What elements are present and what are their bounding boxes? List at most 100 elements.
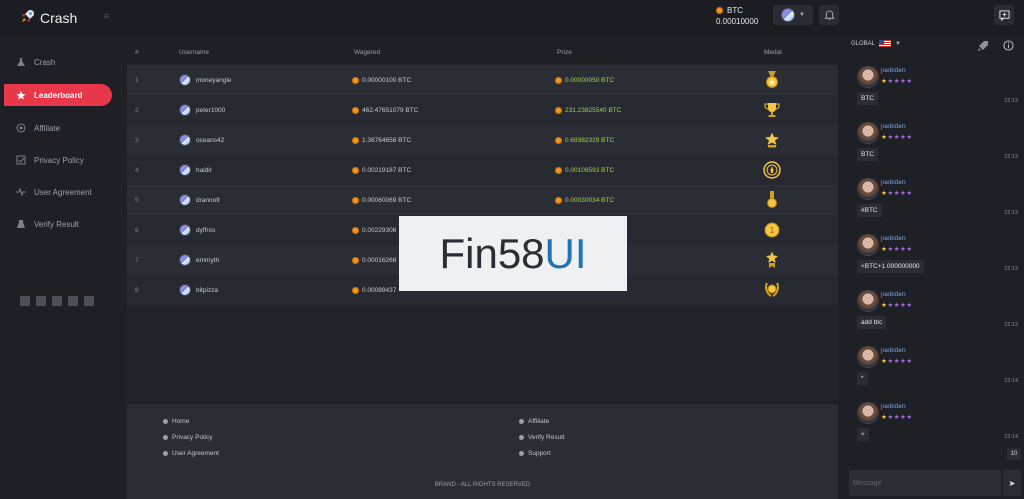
menu-toggle-icon[interactable]: ≡ — [104, 12, 112, 21]
chevron-down-icon: ▼ — [895, 40, 901, 47]
avatar — [179, 134, 191, 146]
row-wagered: 0.00016268 — [362, 256, 397, 264]
chat-message-input[interactable] — [849, 470, 1001, 496]
row-prize: 0.00000050 BTC — [565, 76, 615, 84]
chat-message-time: 12:12 — [1004, 322, 1018, 328]
chat-username[interactable]: joebiden — [881, 291, 906, 298]
row-username: oceans42 — [196, 136, 225, 144]
row-wagered: 0.00000100 BTC — [362, 76, 412, 84]
row-rank: 2 — [135, 106, 139, 114]
footer-link-verify-result[interactable]: Verify Result — [519, 434, 565, 441]
avatar[interactable] — [857, 66, 879, 88]
chat-username[interactable]: joebiden — [881, 235, 906, 242]
chat-username[interactable]: joebiden — [881, 403, 906, 410]
sidebar-item-label: Crash — [34, 57, 56, 67]
wreath-medal-icon — [761, 279, 783, 301]
send-button[interactable]: ➤ — [1003, 470, 1021, 496]
sidebar-item-label: User Agreement — [34, 187, 92, 197]
user-menu-button[interactable]: ▼ — [773, 5, 813, 25]
chat-username[interactable]: joebiden — [881, 347, 906, 354]
avatar[interactable] — [857, 234, 879, 256]
row-wagered: 462.47651079 BTC — [362, 106, 419, 114]
row-user[interactable]: bitpizza — [179, 284, 218, 296]
sidebar-item-user-agreement[interactable]: User Agreement — [4, 181, 112, 203]
sidebar-item-leaderboard[interactable]: Leaderboard — [4, 84, 112, 106]
bell-icon — [823, 9, 835, 20]
discord-icon[interactable] — [52, 296, 62, 306]
avatar[interactable] — [857, 346, 879, 368]
watermark: Fin58 UI — [399, 216, 627, 291]
bullet-icon — [519, 435, 524, 440]
chat-username[interactable]: joebiden — [881, 67, 906, 74]
row-user[interactable]: drannofr — [179, 194, 220, 206]
btc-coin-icon — [555, 136, 562, 144]
row-user[interactable]: emmyth — [179, 254, 219, 266]
footer-link-affiliate[interactable]: Affiliate — [519, 418, 549, 425]
chat-message-text: + — [857, 428, 869, 441]
instagram-icon[interactable] — [68, 296, 78, 306]
sidebar-item-affiliate[interactable]: Affiliate — [4, 117, 112, 139]
chat-message-time: 12:13 — [1004, 154, 1018, 160]
row-prize: 231.23825540 BTC — [565, 106, 622, 114]
chat-message-text: #BTC — [857, 204, 882, 217]
avatar[interactable] — [857, 402, 879, 424]
star-medal-icon — [761, 129, 783, 151]
sidebar: Crash Leaderboard Affiliate Privacy Poli… — [0, 34, 122, 499]
chat-message-time: 12:13 — [1004, 266, 1018, 272]
row-user[interactable]: dyffros — [179, 224, 215, 236]
vk-icon[interactable] — [84, 296, 94, 306]
sidebar-item-crash[interactable]: Crash — [4, 51, 112, 73]
notifications-button[interactable] — [819, 5, 839, 25]
beaker-icon — [16, 219, 26, 229]
column-username: Username — [179, 48, 209, 56]
avatar[interactable] — [857, 178, 879, 200]
row-user[interactable]: moneyangle — [179, 74, 231, 86]
sidebar-item-privacy-policy[interactable]: Privacy Policy — [4, 149, 112, 171]
facebook-icon[interactable] — [20, 296, 30, 306]
table-row: 5 drannofr 0.00060069 BTC 0.00030034 BTC — [127, 185, 838, 215]
row-user[interactable]: peter1000 — [179, 104, 225, 116]
footer-link-privacy-policy[interactable]: Privacy Policy — [163, 434, 212, 441]
round-medal-icon — [761, 159, 783, 181]
chat-username[interactable]: joebiden — [881, 179, 906, 186]
row-username: moneyangle — [196, 76, 232, 84]
info-icon[interactable] — [1003, 40, 1017, 54]
row-user[interactable]: oceans42 — [179, 134, 224, 146]
row-username: emmyth — [196, 256, 220, 264]
sidebar-item-label: Verify Result — [34, 219, 79, 229]
table-row: 2 peter1000 462.47651079 BTC 231.2382554… — [127, 95, 838, 125]
avatar — [179, 164, 191, 176]
btc-coin-icon — [555, 166, 562, 174]
rank-stars: ★★★★★ — [881, 78, 913, 85]
sidebar-item-verify-result[interactable]: Verify Result — [4, 213, 112, 235]
avatar — [179, 224, 191, 236]
sidebar-item-label: Leaderboard — [34, 90, 83, 100]
row-wagered: 1.38764658 BTC — [362, 136, 412, 144]
footer-link-support[interactable]: Support — [519, 450, 551, 457]
bullet-icon — [163, 435, 168, 440]
footer-link-home[interactable]: Home — [163, 418, 189, 425]
balance-amount: 0.00010000 — [716, 17, 759, 26]
chat-region-selector[interactable]: GLOBAL ▼ — [851, 40, 901, 47]
chat-message-text: BTC — [857, 92, 878, 105]
bullet-icon — [163, 451, 168, 456]
avatar[interactable] — [857, 290, 879, 312]
btc-coin-icon — [555, 76, 562, 84]
rocket-icon — [20, 8, 36, 27]
twitter-icon[interactable] — [36, 296, 46, 306]
new-messages-badge[interactable]: 10 — [1007, 448, 1021, 460]
rocket-icon[interactable] — [977, 40, 991, 54]
chat-message-time: 12:13 — [1004, 210, 1018, 216]
avatar[interactable] — [857, 122, 879, 144]
btc-coin-icon — [352, 286, 359, 294]
footer-link-user-agreement[interactable]: User Agreement — [163, 450, 219, 457]
footer-link-label: User Agreement — [172, 450, 219, 457]
rank-stars: ★★★★★ — [881, 414, 913, 421]
chat-region-label: GLOBAL — [851, 40, 876, 47]
row-user[interactable]: haldir — [179, 164, 212, 176]
top-bar: Crash ≡ BTC 0.00010000 ▼ — [0, 0, 1024, 34]
chat-toggle-button[interactable] — [994, 5, 1014, 25]
chat-username[interactable]: joebiden — [881, 123, 906, 130]
app-logo[interactable]: Crash — [20, 8, 77, 27]
row-username: peter1000 — [196, 106, 226, 114]
